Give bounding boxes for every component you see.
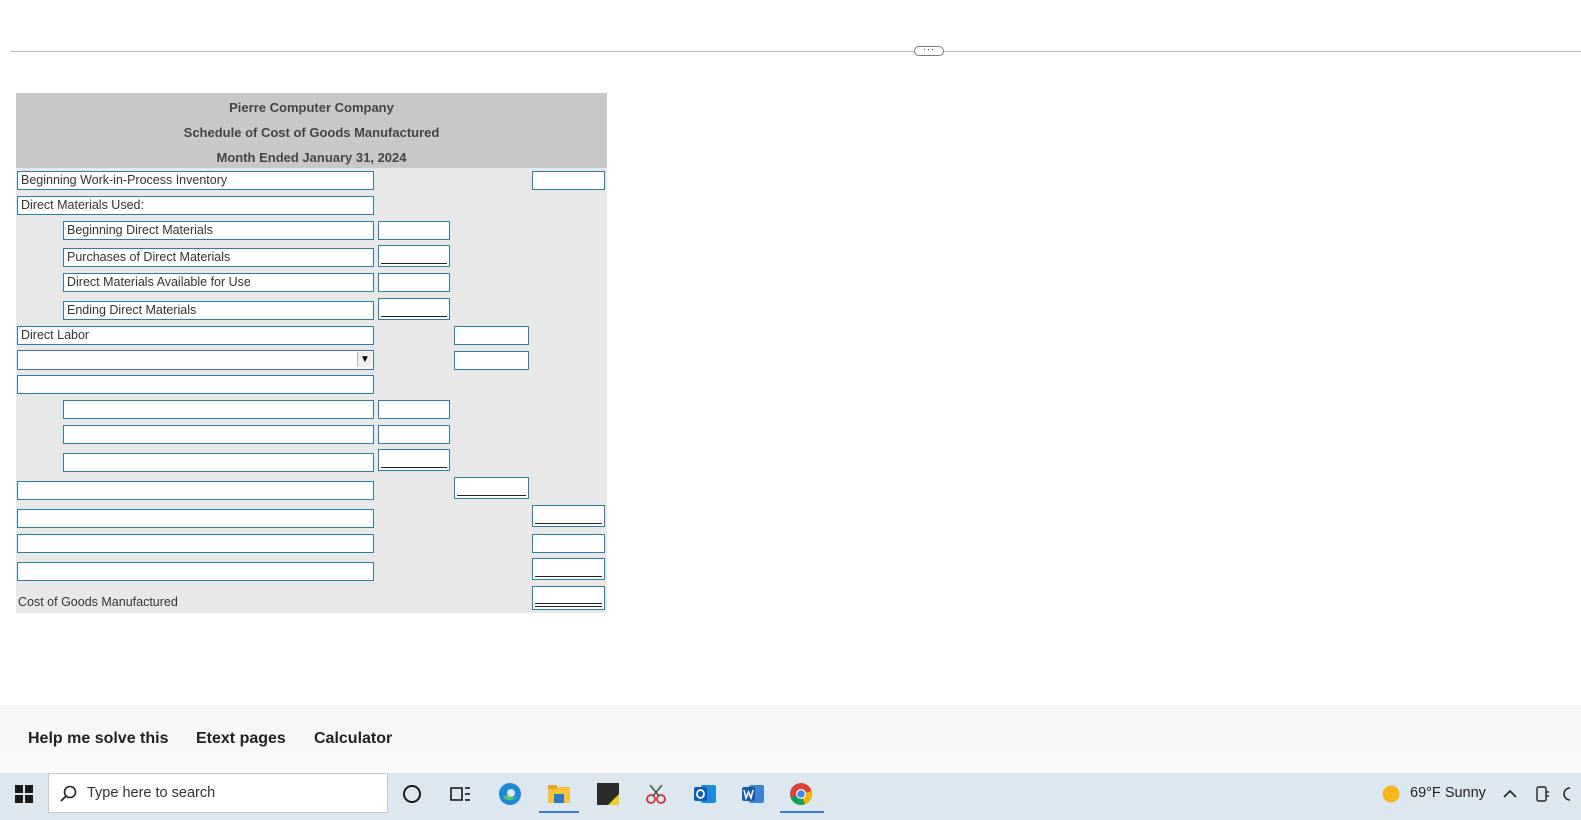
file-explorer-active-indicator	[539, 811, 579, 813]
amount-cogm[interactable]	[532, 586, 605, 610]
label-dm-used[interactable]: Direct Materials Used:	[17, 196, 374, 215]
amount-blank-8[interactable]	[532, 558, 605, 580]
label-beginning-dm[interactable]: Beginning Direct Materials	[63, 221, 374, 240]
splitter-handle[interactable]: ···	[914, 45, 944, 56]
label-blank-6[interactable]	[17, 509, 374, 528]
sun-icon[interactable]	[1381, 784, 1401, 804]
windows-start-icon[interactable]	[15, 785, 33, 803]
word-icon[interactable]	[741, 782, 765, 806]
label-blank-7[interactable]	[17, 534, 374, 553]
amount-blank-3[interactable]	[378, 425, 450, 444]
amount-select-row[interactable]	[454, 351, 529, 370]
amount-dm-available[interactable]	[378, 273, 450, 292]
label-blank-8[interactable]	[17, 562, 374, 581]
chevron-down-icon[interactable]: ▼	[357, 352, 372, 367]
calculator-link[interactable]: Calculator	[314, 730, 392, 748]
search-icon	[60, 785, 77, 802]
file-explorer-icon[interactable]	[547, 782, 571, 806]
taskbar-search-placeholder: Type here to search	[87, 785, 216, 801]
amount-blank-4[interactable]	[378, 449, 450, 471]
edge-browser-icon[interactable]	[498, 782, 522, 806]
amount-direct-labor[interactable]	[454, 326, 529, 345]
label-dm-available[interactable]: Direct Materials Available for Use	[63, 273, 374, 292]
amount-purchases-dm[interactable]	[378, 245, 450, 267]
tray-device-icon[interactable]	[1535, 785, 1551, 803]
schedule-period: Month Ended January 31, 2024	[216, 150, 407, 165]
amount-ending-dm[interactable]	[378, 298, 450, 320]
task-view-icon[interactable]	[448, 782, 472, 806]
label-blank-4[interactable]	[63, 453, 374, 472]
help-me-solve-link[interactable]: Help me solve this	[28, 730, 169, 748]
label-blank-3[interactable]	[63, 425, 374, 444]
outlook-icon[interactable]	[693, 782, 717, 806]
chrome-icon[interactable]	[789, 782, 813, 806]
amount-beginning-wip[interactable]	[532, 171, 605, 190]
label-cogm: Cost of Goods Manufactured	[18, 595, 178, 609]
label-direct-labor[interactable]: Direct Labor	[17, 326, 374, 345]
schedule-title: Schedule of Cost of Goods Manufactured	[183, 125, 440, 140]
panel-splitter	[10, 51, 1581, 52]
sticky-notes-icon[interactable]	[596, 782, 620, 806]
amount-blank-5[interactable]	[454, 477, 529, 499]
chevron-up-icon[interactable]	[1503, 787, 1517, 801]
label-blank-1[interactable]	[17, 375, 374, 394]
amount-blank-2[interactable]	[378, 400, 450, 419]
amount-blank-6[interactable]	[532, 505, 605, 527]
weather-text[interactable]: 69°F Sunny	[1410, 785, 1486, 801]
chrome-active-indicator	[780, 811, 824, 813]
label-ending-dm[interactable]: Ending Direct Materials	[63, 301, 374, 320]
label-purchases-dm[interactable]: Purchases of Direct Materials	[63, 248, 374, 267]
company-name: Pierre Computer Company	[229, 100, 394, 115]
amount-blank-7[interactable]	[532, 534, 605, 553]
label-blank-5[interactable]	[17, 481, 374, 500]
account-select[interactable]: ▼	[17, 350, 374, 370]
etext-pages-link[interactable]: Etext pages	[196, 730, 286, 748]
snipping-tool-icon[interactable]	[644, 782, 668, 806]
cortana-icon[interactable]	[400, 782, 424, 806]
amount-beginning-dm[interactable]	[378, 221, 450, 240]
tray-partial-icon[interactable]	[1562, 787, 1576, 801]
label-beginning-wip[interactable]: Beginning Work-in-Process Inventory	[17, 171, 374, 190]
label-blank-2[interactable]	[63, 400, 374, 419]
